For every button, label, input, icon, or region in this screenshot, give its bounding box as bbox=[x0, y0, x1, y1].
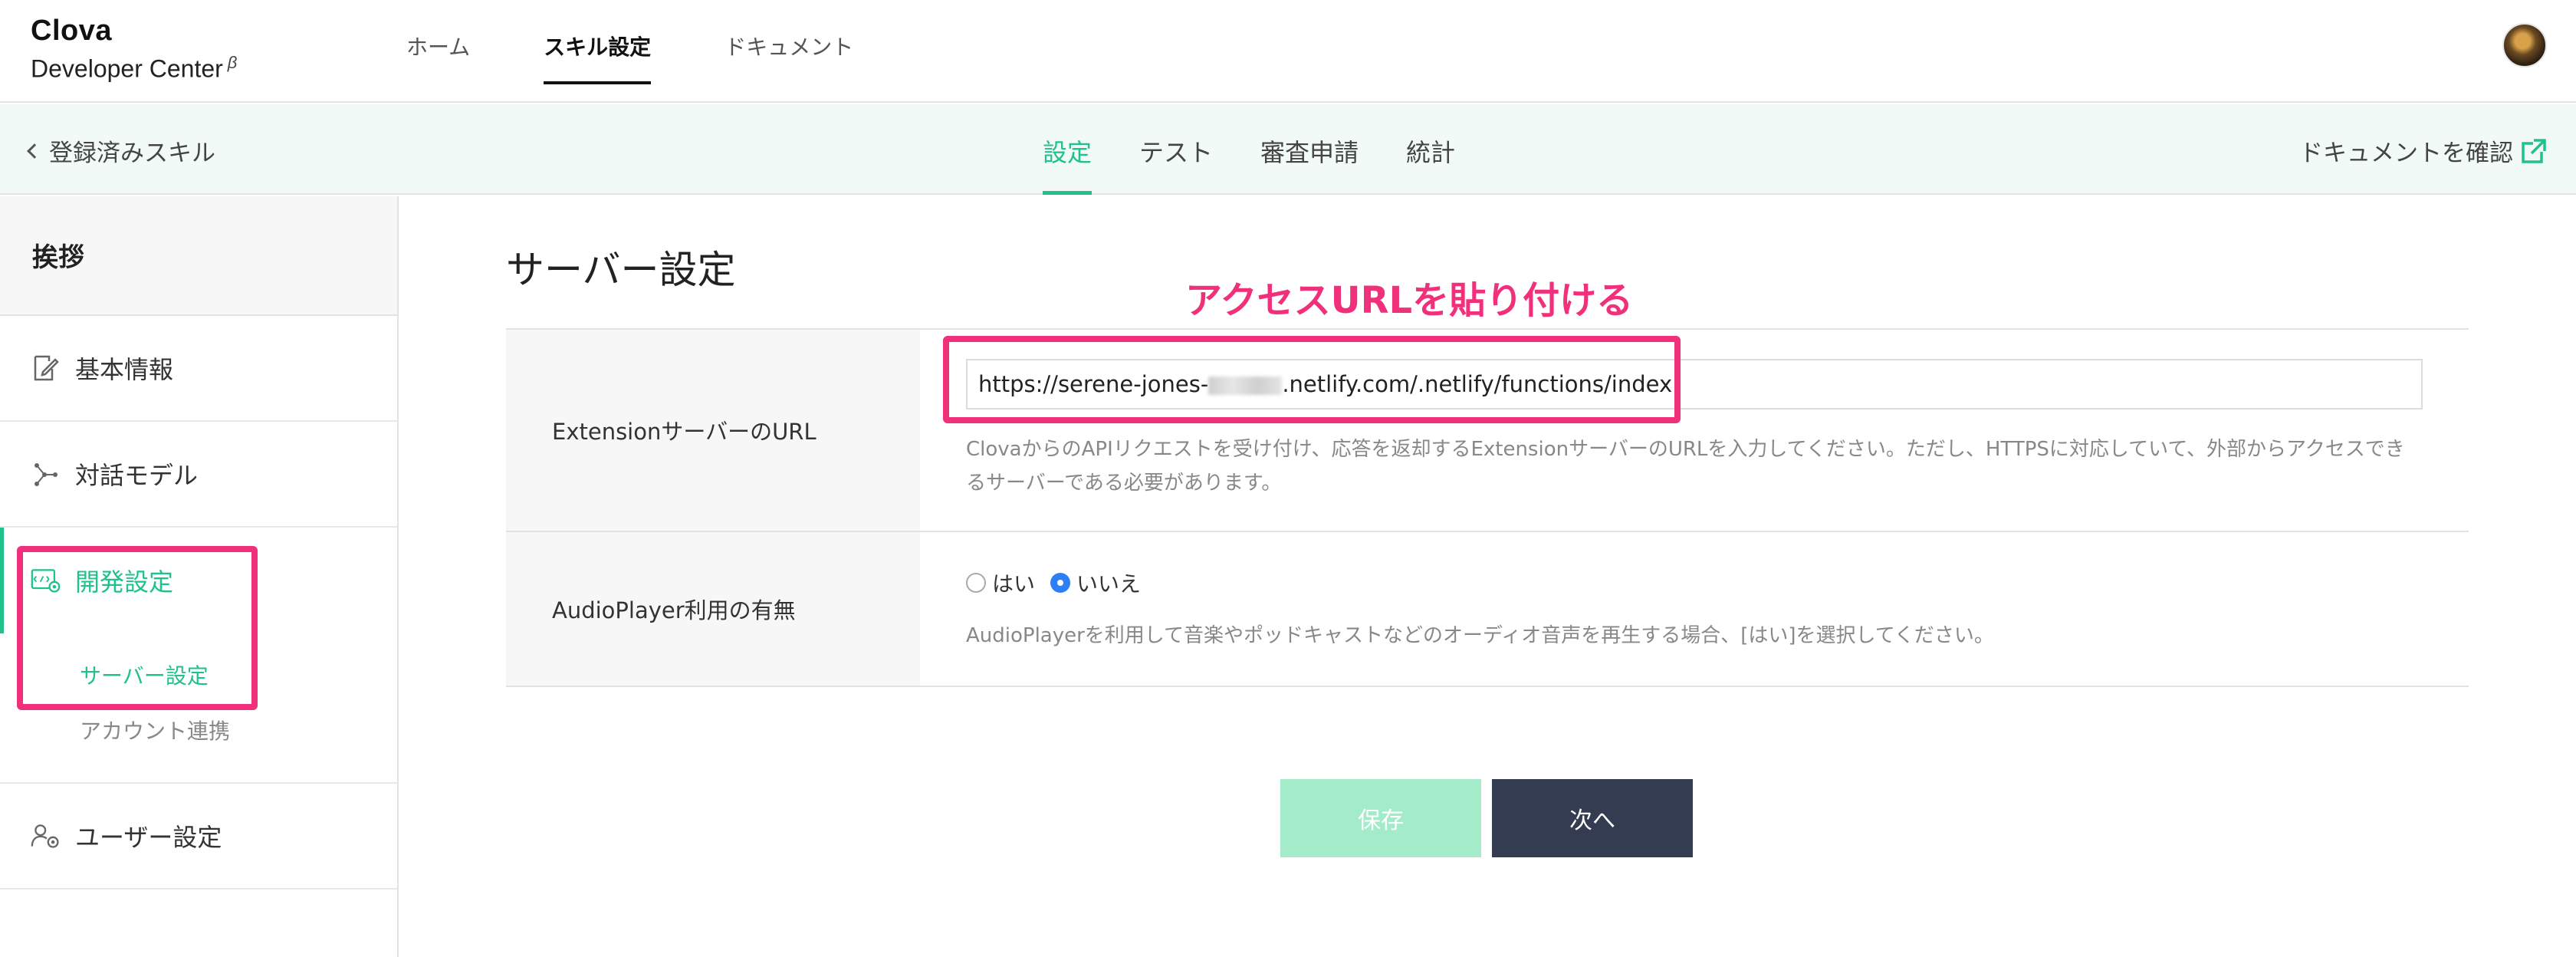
network-icon bbox=[31, 459, 61, 489]
radio-yes-label: はい bbox=[992, 571, 1036, 597]
user-gear-icon bbox=[31, 821, 61, 851]
logo-subtitle: Developer Center β bbox=[31, 48, 237, 84]
radio-option-no[interactable]: いいえ bbox=[1050, 567, 1141, 598]
help-line: るサーバーである必要があります。 bbox=[966, 472, 1282, 495]
back-link-label: 登録済みスキル bbox=[49, 140, 215, 167]
sidebar-item-label: 対話モデル bbox=[75, 461, 199, 490]
tab-test[interactable]: テスト bbox=[1139, 104, 1213, 195]
topnav-skill-settings[interactable]: スキル設定 bbox=[544, 0, 652, 84]
topnav-home[interactable]: ホーム bbox=[406, 0, 470, 84]
tab-settings[interactable]: 設定 bbox=[1043, 104, 1092, 195]
skill-tabs: 設定 テスト 審査申請 統計 bbox=[1043, 104, 1503, 195]
logo[interactable]: Clova Developer Center β bbox=[31, 14, 237, 84]
top-nav: ホーム スキル設定 ドキュメント bbox=[406, 0, 927, 86]
external-link-icon bbox=[2522, 137, 2547, 163]
sub-header: 登録済みスキル 設定 テスト 審査申請 統計 ドキュメントを確認 bbox=[0, 104, 2576, 195]
extension-url-label: ExtensionサーバーのURL bbox=[506, 330, 920, 531]
edit-icon bbox=[31, 353, 61, 383]
tab-review[interactable]: 審査申請 bbox=[1260, 104, 1359, 195]
sidebar-subitem-account-linking[interactable]: アカウント連携 bbox=[80, 704, 397, 759]
audioplayer-cell bbox=[920, 532, 2469, 686]
sidebar-item-label: 基本情報 bbox=[75, 355, 174, 384]
sidebar-item-label: ユーザー設定 bbox=[75, 823, 222, 852]
skill-name: 挨拶 bbox=[0, 196, 397, 316]
beta-badge: β bbox=[227, 53, 238, 72]
radio-no-label: いいえ bbox=[1076, 571, 1142, 597]
next-button[interactable]: 次へ bbox=[1492, 779, 1693, 857]
save-button[interactable]: 保存 bbox=[1280, 779, 1481, 857]
help-line: ClovaからのAPIリクエストを受け付け、応答を返却するExtensionサー… bbox=[966, 438, 2405, 461]
tab-statistics[interactable]: 統計 bbox=[1406, 104, 1455, 195]
radio-no[interactable] bbox=[1050, 573, 1071, 593]
radio-yes[interactable] bbox=[966, 573, 986, 593]
document-link-label: ドキュメントを確認 bbox=[2299, 140, 2513, 167]
annotation-box-url bbox=[943, 336, 1681, 423]
audioplayer-label: AudioPlayer利用の有無 bbox=[506, 532, 920, 686]
back-link[interactable]: 登録済みスキル bbox=[27, 133, 215, 168]
table-row: AudioPlayer利用の有無 bbox=[506, 532, 2469, 687]
annotation-label: アクセスURLを貼り付ける bbox=[1185, 279, 1634, 322]
avatar[interactable] bbox=[2502, 23, 2547, 67]
audioplayer-radio-group: はい いいえ bbox=[966, 567, 1156, 598]
chevron-left-icon bbox=[27, 143, 42, 159]
sidebar-item-user-settings[interactable]: ユーザー設定 bbox=[0, 784, 397, 890]
topnav-documents[interactable]: ドキュメント bbox=[724, 0, 853, 84]
sidebar-item-basic-info[interactable]: 基本情報 bbox=[0, 316, 397, 422]
top-header: Clova Developer Center β ホーム スキル設定 ドキュメント bbox=[0, 0, 2576, 103]
annotation-box-sidebar bbox=[17, 546, 258, 710]
audioplayer-help: AudioPlayerを利用して音楽やポッドキャストなどのオーディオ音声を再生す… bbox=[966, 624, 1994, 647]
radio-option-yes[interactable]: はい bbox=[966, 567, 1035, 598]
document-link[interactable]: ドキュメントを確認 bbox=[2299, 133, 2547, 168]
logo-title: Clova bbox=[31, 15, 112, 47]
sidebar-item-interaction-model[interactable]: 対話モデル bbox=[0, 422, 397, 528]
logo-subtitle-text: Developer Center bbox=[31, 54, 223, 83]
page-title: サーバー設定 bbox=[506, 248, 736, 292]
extension-url-help: ClovaからのAPIリクエストを受け付け、応答を返却するExtensionサー… bbox=[966, 432, 2423, 500]
